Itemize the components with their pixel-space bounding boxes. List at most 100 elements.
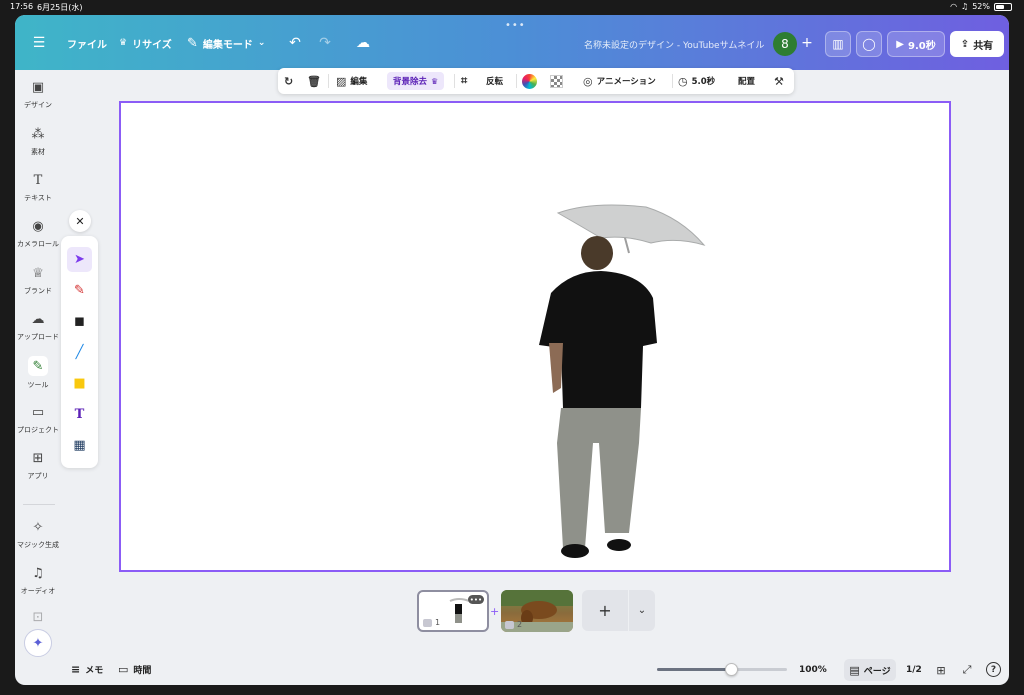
sidebar-divider [23, 504, 55, 505]
grid-view-icon[interactable]: ⊞ [933, 662, 949, 678]
fullscreen-icon[interactable]: ⤢ [959, 662, 975, 678]
resize-button[interactable]: ♛ リサイズ [119, 32, 172, 54]
timer-label: 時間 [133, 666, 152, 676]
analytics-button[interactable]: ▥ [825, 31, 851, 57]
sidebar-item-tools[interactable]: ✎ ツール [15, 356, 61, 390]
zoom-level[interactable]: 100% [799, 665, 827, 675]
clock-icon: ◷ [678, 74, 688, 88]
head [581, 236, 613, 270]
timer-button[interactable]: ▭ 時間 [118, 663, 151, 676]
avatar[interactable]: 8 [773, 32, 797, 56]
arrange-button[interactable]: 配置 [738, 72, 755, 90]
left-shoe [561, 544, 589, 558]
page-number-label: 2 [517, 620, 523, 629]
sidebar-item-brand[interactable]: ♕ ブランド [15, 264, 61, 296]
line-tool[interactable]: ╱ [67, 340, 92, 365]
menu-icon[interactable]: ☰ [27, 31, 51, 55]
play-icon: ▶ [896, 38, 904, 50]
redo-icon[interactable]: ↷ [313, 31, 337, 55]
person-with-umbrella-image[interactable] [121, 103, 949, 570]
camera-icon: ◉ [32, 218, 44, 234]
design-icon: ▣ [31, 79, 45, 95]
status-time: 17:56 [10, 2, 34, 11]
add-collaborator-icon[interactable]: + [795, 31, 819, 55]
arm [549, 343, 563, 393]
help-button[interactable]: ? [986, 662, 1001, 677]
bg-remove-button[interactable]: 背景除去 ♛ [387, 72, 445, 90]
status-bar: 17:56 6月25日(水) ◠ ♫ 52% [0, 0, 1024, 14]
sidebar-item-camera-roll[interactable]: ◉ カメラロール [15, 217, 61, 249]
transparency-icon [550, 74, 563, 88]
page-thumbnail-2[interactable]: 2 [501, 590, 573, 632]
shape-icon: ◼ [74, 314, 85, 329]
timer-icon: ▭ [118, 663, 129, 676]
status-right: ◠ ♫ 52% [950, 2, 1012, 11]
bar-chart-icon: ▥ [832, 37, 844, 51]
animation-label: アニメーション [596, 77, 656, 87]
sidebar-label: ブランド [24, 287, 52, 295]
sidebar-item-magic[interactable]: ✧ マジック生成 [15, 518, 61, 550]
close-tools-button[interactable]: ✕ [69, 210, 91, 232]
delete-button[interactable]: 🗑 [307, 72, 321, 90]
sidebar-label: テキスト [24, 194, 52, 202]
close-icon: ✕ [75, 214, 85, 228]
shape-tool[interactable]: ◼ [67, 309, 92, 334]
context-toolbar: ↻ 🗑 ▨ 編集 背景除去 ♛ ⌗ 反転 ◎ アニメーション ◷ 5.0秒 配置… [278, 68, 794, 94]
design-canvas[interactable] [119, 101, 951, 572]
document-title[interactable]: 名称未設定のデザイン - YouTubeサムネイル [584, 38, 764, 51]
table-tool[interactable]: ▦ [67, 433, 92, 458]
animation-button[interactable]: ◎ アニメーション [583, 72, 656, 90]
tools-icon: ✎ [28, 356, 48, 376]
add-page-button[interactable]: + [582, 590, 628, 631]
resize-label: リサイズ [132, 39, 172, 51]
zoom-slider[interactable] [657, 663, 787, 676]
pencil-icon: ✎ [187, 35, 198, 51]
page-number: 1 [423, 618, 440, 627]
draw-tool-palette: ➤ ✎ ◼ ╱ ■ T ▦ [61, 236, 98, 468]
file-menu[interactable]: ファイル [67, 32, 107, 54]
pen-tool[interactable]: ✎ [67, 278, 92, 303]
duration-label: 5.0秒 [691, 77, 716, 87]
page-more-button[interactable]: ••• [468, 595, 484, 604]
flip-button[interactable]: 反転 [486, 72, 503, 90]
add-page-dropdown[interactable]: ⌄ [629, 590, 655, 631]
sidebar-item-design[interactable]: ▣ デザイン [15, 78, 61, 110]
sidebar-item-upload[interactable]: ☁ アップロード [15, 310, 61, 342]
zoom-slider-handle[interactable] [725, 663, 739, 676]
page-thumbnail-1[interactable]: ••• 1 [417, 590, 489, 632]
transparency-button[interactable] [550, 72, 563, 90]
bg-remove-label: 背景除去 [393, 77, 428, 87]
share-label: 共有 [973, 40, 994, 52]
cloud-sync-icon[interactable]: ☁ [351, 31, 375, 55]
text-tool[interactable]: T [67, 402, 92, 427]
cursor-icon: ➤ [74, 252, 85, 267]
file-label: ファイル [67, 39, 107, 51]
share-button[interactable]: ⇪ 共有 [950, 31, 1004, 57]
insert-page-icon[interactable]: + [490, 605, 499, 618]
sticky-note-tool[interactable]: ■ [67, 371, 92, 396]
present-button[interactable]: ▶ 9.0秒 [887, 31, 945, 57]
duration-button[interactable]: ◷ 5.0秒 [678, 72, 715, 90]
sidebar-item-projects[interactable]: ▭ プロジェクト [15, 403, 61, 435]
sidebar-item-apps[interactable]: ⊞ アプリ [15, 449, 61, 481]
edit-mode-dropdown[interactable]: ✎ 編集モード ⌄ [187, 32, 265, 54]
notes-button[interactable]: ≡ メモ [71, 663, 103, 676]
status-date: 6月25日(水) [37, 3, 83, 12]
window-grabber[interactable]: ••• [505, 20, 526, 31]
page-view-label: ページ [863, 666, 891, 677]
replace-button[interactable]: ↻ [284, 72, 293, 90]
color-adjust-button[interactable] [522, 72, 537, 90]
separator [672, 74, 673, 88]
page-view-button[interactable]: ▤ ページ [844, 659, 896, 681]
undo-icon[interactable]: ↶ [283, 31, 307, 55]
text-tool-icon: T [74, 407, 85, 422]
crop-button[interactable]: ⌗ [461, 72, 467, 90]
edit-mode-label: 編集モード [202, 39, 253, 51]
sidebar-item-text[interactable]: T テキスト [15, 171, 61, 203]
sidebar-label: プロジェクト [17, 426, 59, 434]
copy-style-button[interactable]: ⚒ [774, 72, 784, 90]
edit-image-button[interactable]: ▨ 編集 [336, 72, 367, 90]
sidebar-item-elements[interactable]: ⁂ 素材 [15, 125, 61, 157]
comment-button[interactable]: ◯ [856, 31, 882, 57]
select-tool[interactable]: ➤ [67, 247, 92, 272]
